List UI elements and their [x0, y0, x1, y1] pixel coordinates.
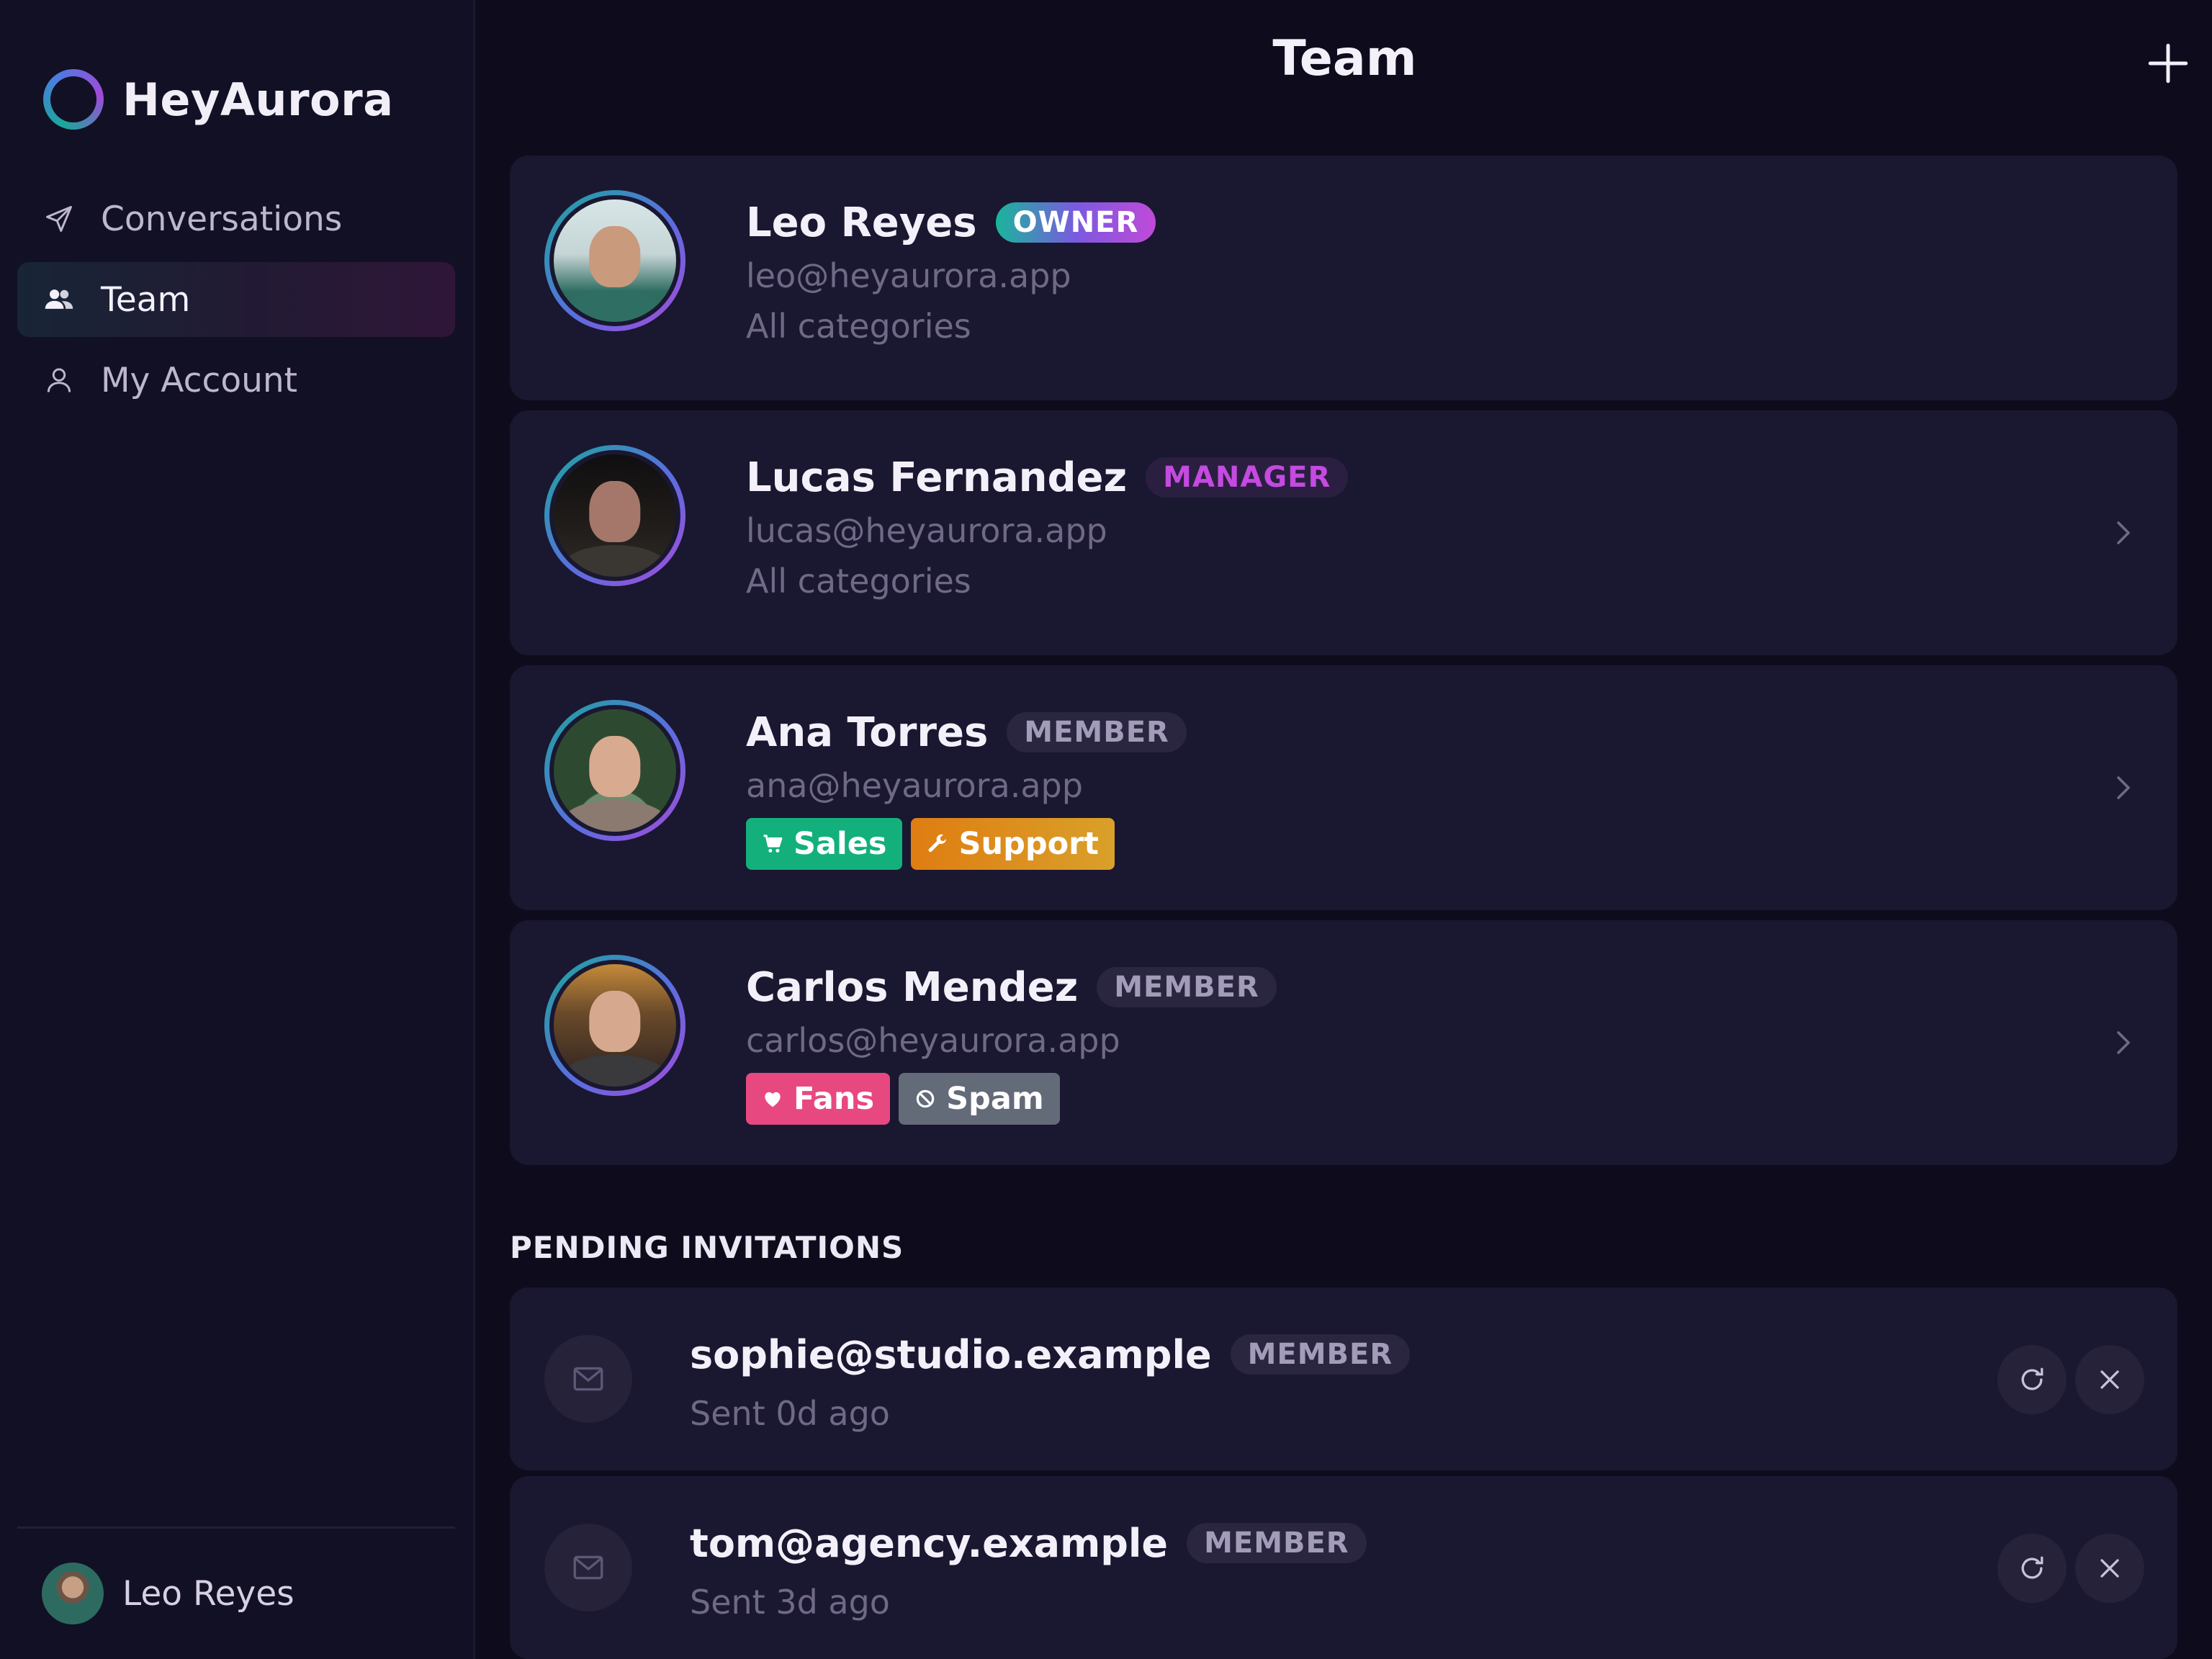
invitation-list: sophie@studio.example MEMBER Sent 0d ago	[510, 1287, 2177, 1659]
role-badge: MEMBER	[1187, 1523, 1367, 1563]
avatar	[544, 955, 685, 1096]
category-tag-label: Support	[958, 826, 1099, 862]
add-member-button[interactable]	[2134, 29, 2203, 98]
main-content: Team Leo Reyes OWNER leo@heyaurora.app A…	[477, 0, 2212, 1659]
member-name: Ana Torres	[746, 709, 989, 756]
users-icon	[42, 282, 76, 317]
sidebar-item-label: My Account	[101, 360, 298, 400]
category-tags: Sales Support	[746, 818, 1187, 870]
category-tag: Sales	[746, 818, 903, 870]
avatar	[544, 445, 685, 586]
member-card[interactable]: Lucas Fernandez MANAGER lucas@heyaurora.…	[510, 410, 2177, 655]
chevron-right-icon[interactable]	[2105, 516, 2140, 550]
invitation-sent-time: Sent 3d ago	[690, 1583, 890, 1622]
sidebar-item-label: Team	[101, 279, 191, 320]
avatar	[42, 1563, 104, 1624]
refresh-icon	[2021, 1367, 2044, 1390]
page-title: Team	[1272, 30, 1417, 87]
app-name: HeyAurora	[122, 73, 394, 126]
user-icon	[42, 363, 76, 397]
refresh-icon	[2021, 1556, 2044, 1579]
chevron-right-icon[interactable]	[2105, 1025, 2140, 1060]
sidebar-item-my-account[interactable]: My Account	[17, 343, 455, 418]
mail-icon	[544, 1524, 632, 1611]
invitation-email: tom@agency.example	[690, 1520, 1169, 1566]
role-badge: OWNER	[995, 202, 1156, 243]
send-icon	[42, 202, 76, 236]
member-card[interactable]: Carlos Mendez MEMBER carlos@heyaurora.ap…	[510, 920, 2177, 1165]
role-badge: MANAGER	[1146, 457, 1349, 498]
member-name: Leo Reyes	[746, 199, 977, 246]
current-user-name: Leo Reyes	[122, 1573, 295, 1614]
close-icon	[2100, 1370, 2119, 1389]
sidebar-divider	[17, 1527, 455, 1529]
member-card[interactable]: Ana Torres MEMBER ana@heyaurora.app Sale…	[510, 665, 2177, 910]
member-name: Carlos Mendez	[746, 963, 1079, 1011]
member-card: Leo Reyes OWNER leo@heyaurora.app All ca…	[510, 156, 2177, 400]
role-badge: MEMBER	[1230, 1334, 1411, 1375]
wrench-icon	[927, 833, 948, 855]
sidebar-item-conversations[interactable]: Conversations	[17, 181, 455, 256]
close-icon	[2100, 1559, 2119, 1578]
sidebar: HeyAurora Conversations Team My Account …	[0, 0, 475, 1659]
category-tag: Support	[911, 818, 1115, 870]
heart-icon	[762, 1088, 783, 1110]
pending-invitations-heading: PENDING INVITATIONS	[510, 1230, 904, 1265]
member-email: lucas@heyaurora.app	[746, 511, 1107, 550]
member-categories: All categories	[746, 562, 971, 601]
mail-icon	[544, 1335, 632, 1423]
plus-icon	[2148, 43, 2188, 84]
category-tag-label: Spam	[946, 1081, 1044, 1117]
role-badge: MEMBER	[1097, 967, 1277, 1007]
cart-icon	[762, 833, 783, 855]
member-email: carlos@heyaurora.app	[746, 1021, 1120, 1060]
brand[interactable]: HeyAurora	[43, 69, 394, 130]
category-tag-label: Sales	[793, 826, 887, 862]
invitation-email: sophie@studio.example	[690, 1331, 1212, 1377]
revoke-invitation-button[interactable]	[2075, 1534, 2144, 1603]
invitation-card: sophie@studio.example MEMBER Sent 0d ago	[510, 1287, 2177, 1470]
category-tags: Fans Spam	[746, 1073, 1277, 1125]
resend-invitation-button[interactable]	[1997, 1534, 2067, 1603]
member-name: Lucas Fernandez	[746, 454, 1128, 501]
role-badge: MEMBER	[1007, 712, 1187, 752]
revoke-invitation-button[interactable]	[2075, 1345, 2144, 1414]
sidebar-item-team[interactable]: Team	[17, 262, 455, 337]
member-email: leo@heyaurora.app	[746, 256, 1071, 295]
category-tag: Fans	[746, 1073, 891, 1125]
avatar	[544, 700, 685, 841]
category-tag-label: Fans	[793, 1081, 875, 1117]
member-list: Leo Reyes OWNER leo@heyaurora.app All ca…	[510, 156, 2177, 1175]
member-categories: All categories	[746, 307, 971, 346]
sidebar-nav: Conversations Team My Account	[17, 181, 455, 423]
aurora-logo-icon	[43, 69, 104, 130]
category-tag: Spam	[899, 1073, 1060, 1125]
member-email: ana@heyaurora.app	[746, 766, 1083, 805]
blocked-icon	[914, 1088, 936, 1110]
sidebar-item-label: Conversations	[101, 199, 343, 239]
chevron-right-icon[interactable]	[2105, 770, 2140, 805]
resend-invitation-button[interactable]	[1997, 1345, 2067, 1414]
invitation-sent-time: Sent 0d ago	[690, 1394, 890, 1433]
invitation-card: tom@agency.example MEMBER Sent 3d ago	[510, 1476, 2177, 1659]
current-user[interactable]: Leo Reyes	[42, 1563, 295, 1624]
avatar	[544, 190, 685, 331]
